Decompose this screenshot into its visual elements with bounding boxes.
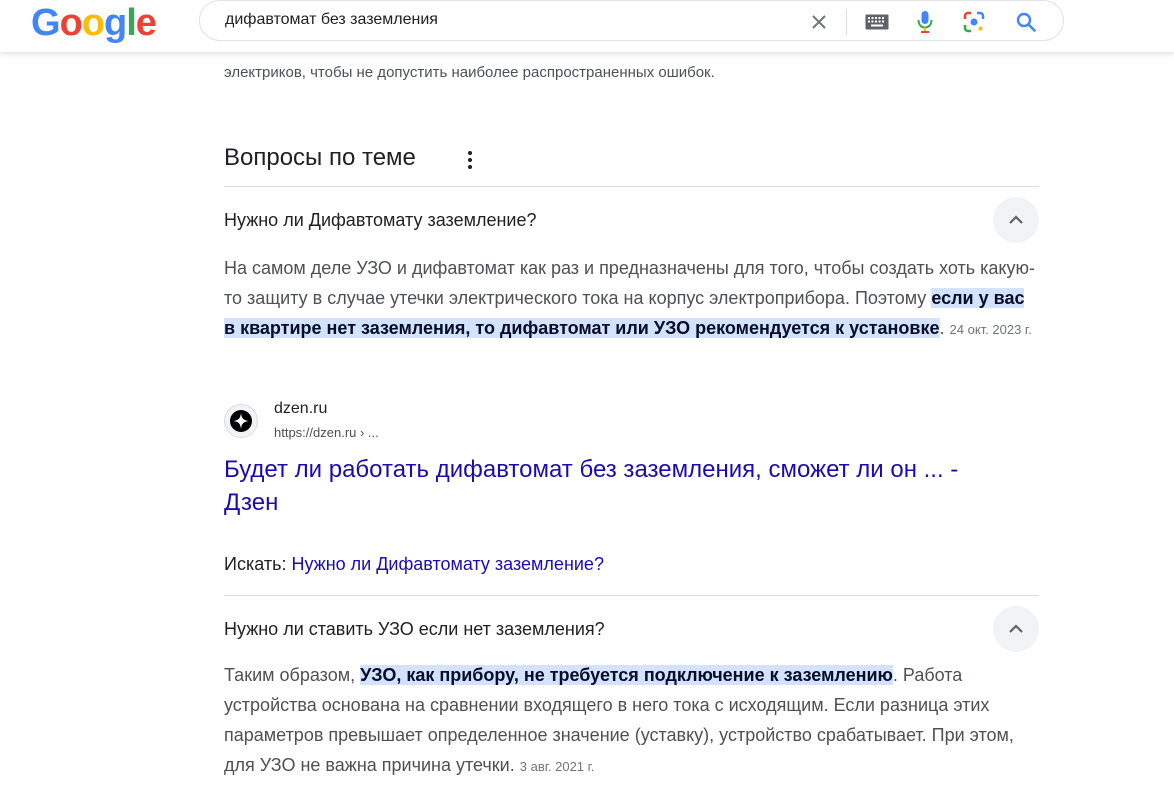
keyboard-icon[interactable] xyxy=(864,9,890,35)
answer-highlight: УЗО, как прибору, не требуется подключен… xyxy=(360,665,893,685)
search-for-line: Искать: Нужно ли Дифавтомату заземление? xyxy=(224,554,604,575)
search-input[interactable]: дифавтомат без заземления xyxy=(225,11,438,29)
collapse-question-1-button[interactable] xyxy=(993,197,1039,243)
collapse-question-2-button[interactable] xyxy=(993,606,1039,652)
paa-divider xyxy=(224,186,1039,187)
paa-question-1[interactable]: Нужно ли Дифавтомату заземление? xyxy=(224,210,537,231)
paa-answer-1: На самом деле УЗО и дифавтомат как раз и… xyxy=(224,253,1039,345)
lens-icon[interactable] xyxy=(961,9,987,35)
header: Google дифавтомат без заземления xyxy=(0,0,1174,52)
answer-end: . xyxy=(939,318,945,338)
source-url[interactable]: https://dzen.ru › ... xyxy=(274,425,379,440)
paa-answer-2: Таким образом, УЗО, как прибору, не треб… xyxy=(224,660,1039,782)
search-for-label: Искать: xyxy=(224,554,292,574)
logo-letter: g xyxy=(104,2,127,44)
microphone-icon[interactable] xyxy=(912,9,938,35)
logo-letter: o xyxy=(59,2,83,44)
close-icon[interactable] xyxy=(806,9,832,35)
logo-letter: o xyxy=(81,2,105,44)
answer-text: На самом деле УЗО и дифавтомат как раз и… xyxy=(224,258,1035,308)
search-divider xyxy=(846,9,847,35)
chevron-up-icon xyxy=(1009,215,1023,224)
previous-result-snippet: электриков, чтобы не допустить наиболее … xyxy=(224,64,715,81)
dzen-favicon-icon[interactable] xyxy=(224,404,258,438)
chevron-up-icon xyxy=(1009,624,1023,633)
logo-letter: e xyxy=(135,2,157,44)
logo-letter: G xyxy=(31,2,61,44)
search-box[interactable]: дифавтомат без заземления xyxy=(199,0,1064,41)
answer-date: 3 авг. 2021 г. xyxy=(519,759,595,774)
search-icon[interactable] xyxy=(1013,9,1039,35)
google-logo[interactable]: Google xyxy=(31,2,157,44)
more-options-icon[interactable] xyxy=(462,148,478,172)
logo-letter: l xyxy=(126,2,137,44)
answer-date: 24 окт. 2023 г. xyxy=(949,322,1032,337)
paa-question-2[interactable]: Нужно ли ставить УЗО если нет заземления… xyxy=(224,619,605,640)
result-title-link[interactable]: Будет ли работать дифавтомат без заземле… xyxy=(224,453,1004,519)
paa-title: Вопросы по теме xyxy=(224,144,416,171)
answer-text: Таким образом, xyxy=(224,665,361,685)
source-name[interactable]: dzen.ru xyxy=(274,400,327,418)
paa-divider xyxy=(224,595,1039,596)
search-for-link[interactable]: Нужно ли Дифавтомату заземление? xyxy=(291,554,604,574)
